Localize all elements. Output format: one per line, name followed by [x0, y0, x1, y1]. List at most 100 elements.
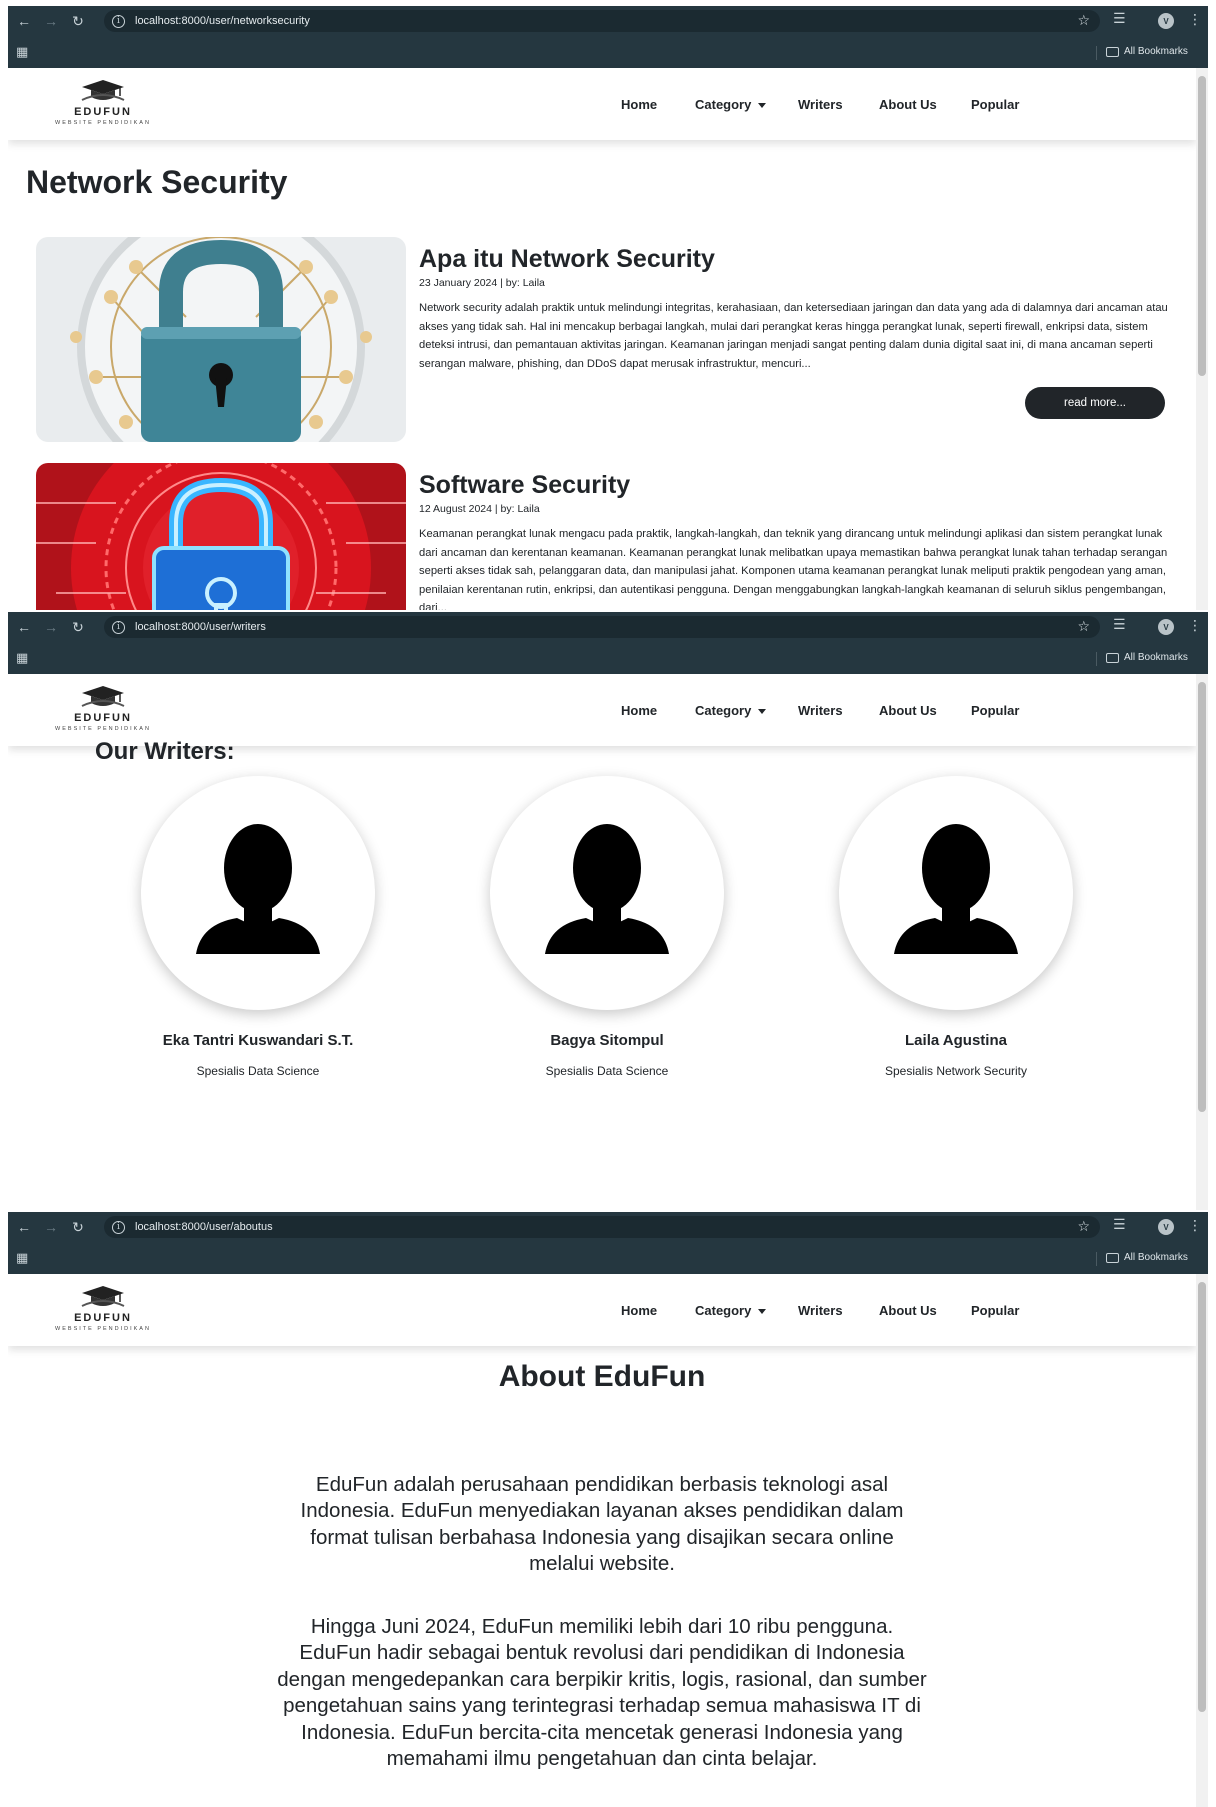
extensions-icon[interactable]: ☰	[1113, 1216, 1126, 1233]
nav-home[interactable]: Home	[621, 703, 657, 718]
nav-writers[interactable]: Writers	[798, 703, 843, 718]
browser-chrome: ← → ↻ i localhost:8000/user/aboutus ☆ ☰ …	[8, 1212, 1208, 1274]
menu-kebab-icon[interactable]: ⋮	[1188, 617, 1202, 634]
nav-about[interactable]: About Us	[879, 1303, 937, 1318]
writer-specialty: Spesialis Data Science	[545, 1064, 669, 1078]
nav-category-label: Category	[695, 703, 752, 718]
about-paragraph: Hingga Juni 2024, EduFun memiliki lebih …	[277, 1615, 927, 1771]
writer-avatar[interactable]	[490, 776, 724, 1010]
nav-writers[interactable]: Writers	[798, 1303, 843, 1318]
reload-icon[interactable]: ↻	[67, 616, 89, 638]
back-icon[interactable]: ←	[13, 1216, 35, 1238]
nav-popular[interactable]: Popular	[971, 1303, 1019, 1318]
back-icon[interactable]: ←	[13, 616, 35, 638]
browser-chrome: ← → ↻ i localhost:8000/user/networksecur…	[8, 6, 1208, 68]
bookmark-star-icon[interactable]: ☆	[1077, 1218, 1090, 1235]
scrollbar-thumb[interactable]	[1198, 682, 1206, 1112]
nav-popular[interactable]: Popular	[971, 703, 1019, 718]
bookmarks-bar: ▦ All Bookmarks	[8, 1244, 1208, 1272]
screenshot-writers: ← → ↻ i localhost:8000/user/writers ☆ ☰ …	[8, 612, 1208, 1210]
back-icon[interactable]: ←	[13, 10, 35, 32]
apps-grid-icon[interactable]: ▦	[16, 44, 28, 60]
folder-icon[interactable]	[1106, 1253, 1119, 1263]
post-title[interactable]: Software Security	[419, 471, 630, 500]
bookmark-star-icon[interactable]: ☆	[1077, 12, 1090, 29]
nav-category[interactable]: Category	[695, 703, 767, 718]
page-title: Network Security	[26, 164, 288, 200]
nav-popular[interactable]: Popular	[971, 97, 1019, 112]
nav-category[interactable]: Category	[695, 97, 767, 112]
post-meta: 12 August 2024 | by: Laila	[419, 503, 540, 515]
nav-category[interactable]: Category	[695, 1303, 767, 1318]
forward-icon[interactable]: →	[40, 616, 62, 638]
address-bar[interactable]: i localhost:8000/user/aboutus ☆	[104, 1216, 1100, 1238]
site-navbar: EDUFUN WEBSITE PENDIDIKAN Home Category …	[8, 674, 1196, 746]
info-icon[interactable]: i	[112, 620, 125, 634]
forward-icon[interactable]: →	[40, 1216, 62, 1238]
bookmark-star-icon[interactable]: ☆	[1077, 618, 1090, 635]
writer-avatar[interactable]	[141, 776, 375, 1010]
bookmarks-divider	[1096, 1252, 1097, 1266]
nav-links: Home Category Writers About Us Popular	[8, 68, 1196, 140]
software-lock-image[interactable]	[36, 463, 406, 610]
post-meta: 23 January 2024 | by: Laila	[419, 277, 545, 289]
caret-down-icon	[758, 709, 767, 715]
reload-icon[interactable]: ↻	[67, 1216, 89, 1238]
nav-category-label: Category	[695, 1303, 752, 1318]
page-title: Our Writers:	[95, 738, 235, 765]
profile-avatar[interactable]: V	[1158, 619, 1174, 635]
folder-icon[interactable]	[1106, 47, 1119, 57]
apps-grid-icon[interactable]: ▦	[16, 1250, 28, 1266]
profile-avatar[interactable]: V	[1158, 1219, 1174, 1235]
scrollbar-thumb[interactable]	[1198, 1282, 1206, 1712]
page-title: About EduFun	[498, 1360, 706, 1393]
profile-avatar[interactable]: V	[1158, 13, 1174, 29]
address-bar[interactable]: i localhost:8000/user/networksecurity ☆	[104, 10, 1100, 32]
writer-name[interactable]: Bagya Sitompul	[455, 1032, 759, 1049]
writer-avatar[interactable]	[839, 776, 1073, 1010]
site-navbar: EDUFUN WEBSITE PENDIDIKAN Home Category …	[8, 1274, 1196, 1346]
scrollbar[interactable]	[1196, 1274, 1208, 1807]
reload-icon[interactable]: ↻	[67, 10, 89, 32]
menu-kebab-icon[interactable]: ⋮	[1188, 11, 1202, 28]
bookmarks-divider	[1096, 652, 1097, 666]
nav-writers[interactable]: Writers	[798, 97, 843, 112]
post-card: Software Security 12 August 2024 | by: L…	[36, 463, 1186, 610]
post-title[interactable]: Apa itu Network Security	[419, 245, 715, 274]
browser-chrome: ← → ↻ i localhost:8000/user/writers ☆ ☰ …	[8, 612, 1208, 674]
nav-home[interactable]: Home	[621, 1303, 657, 1318]
nav-about[interactable]: About Us	[879, 703, 937, 718]
bookmarks-divider	[1096, 46, 1097, 60]
forward-icon[interactable]: →	[40, 10, 62, 32]
post-excerpt: Network security adalah praktik untuk me…	[419, 302, 1168, 370]
screenshot-network-security: ← → ↻ i localhost:8000/user/networksecur…	[8, 6, 1208, 610]
address-bar[interactable]: i localhost:8000/user/writers ☆	[104, 616, 1100, 638]
scrollbar[interactable]	[1196, 68, 1208, 610]
writer-specialty: Spesialis Network Security	[884, 1064, 1028, 1078]
nav-about[interactable]: About Us	[879, 97, 937, 112]
site-navbar: EDUFUN WEBSITE PENDIDIKAN Home Category …	[8, 68, 1196, 140]
post-card: Apa itu Network Security 23 January 2024…	[36, 237, 1186, 447]
folder-icon[interactable]	[1106, 653, 1119, 663]
extensions-icon[interactable]: ☰	[1113, 10, 1126, 27]
info-icon[interactable]: i	[112, 1220, 125, 1234]
extensions-icon[interactable]: ☰	[1113, 616, 1126, 633]
all-bookmarks-label[interactable]: All Bookmarks	[1124, 46, 1188, 57]
person-silhouette-icon	[545, 824, 669, 954]
menu-kebab-icon[interactable]: ⋮	[1188, 1217, 1202, 1234]
nav-category-label: Category	[695, 97, 752, 112]
read-more-button[interactable]: read more...	[1025, 387, 1165, 419]
scrollbar-thumb[interactable]	[1198, 76, 1206, 376]
scrollbar[interactable]	[1196, 674, 1208, 1210]
nav-home[interactable]: Home	[621, 97, 657, 112]
all-bookmarks-label[interactable]: All Bookmarks	[1124, 652, 1188, 663]
person-silhouette-icon	[196, 824, 320, 954]
writer-name[interactable]: Eka Tantri Kuswandari S.T.	[106, 1032, 410, 1049]
all-bookmarks-label[interactable]: All Bookmarks	[1124, 1252, 1188, 1263]
network-lock-image[interactable]	[36, 237, 406, 442]
apps-grid-icon[interactable]: ▦	[16, 650, 28, 666]
bookmarks-bar: ▦ All Bookmarks	[8, 644, 1208, 672]
info-icon[interactable]: i	[112, 14, 125, 28]
writer-name[interactable]: Laila Agustina	[804, 1032, 1108, 1049]
nav-links: Home Category Writers About Us Popular	[8, 674, 1196, 746]
